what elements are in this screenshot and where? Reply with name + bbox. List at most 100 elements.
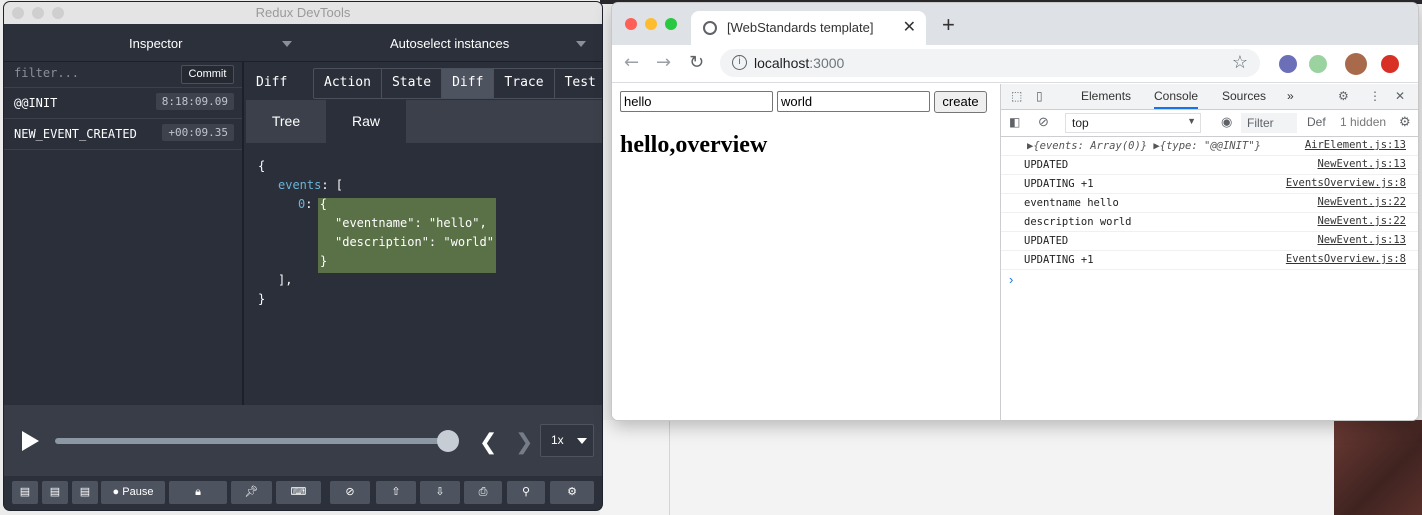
export-button[interactable]: ⇧: [376, 481, 416, 504]
star-icon[interactable]: ☆: [1232, 52, 1248, 73]
log-entry[interactable]: UPDATED NewEvent.js:13: [1001, 156, 1418, 175]
print-button[interactable]: ⎙: [464, 481, 502, 504]
gear-icon[interactable]: ⚙: [1399, 114, 1411, 130]
close-dot[interactable]: [625, 18, 637, 30]
browser-window: [WebStandards template] ✕ + ← → ↻ i loca…: [612, 3, 1418, 420]
log-source-link[interactable]: NewEvent.js:13: [1317, 234, 1406, 246]
log-entry[interactable]: description world NewEvent.js:22: [1001, 213, 1418, 232]
keyboard-button[interactable]: ⌨: [276, 481, 321, 504]
action-item[interactable]: NEW_EVENT_CREATED +00:09.35: [4, 119, 242, 150]
extension-icon[interactable]: [1279, 55, 1297, 73]
next-icon[interactable]: ❯: [515, 430, 533, 455]
instance-select[interactable]: Autoselect instances: [390, 24, 509, 62]
avatar[interactable]: [1345, 53, 1367, 75]
info-icon[interactable]: i: [732, 55, 747, 70]
tab-elements[interactable]: Elements: [1081, 89, 1131, 103]
action-time: +00:09.35: [162, 124, 234, 141]
log-entry[interactable]: ▶{events: Array(0)} ▶{type: "@@INIT"} Air…: [1001, 137, 1418, 156]
tab-console[interactable]: Console: [1154, 89, 1199, 109]
description-input[interactable]: [777, 91, 930, 112]
previous-icon[interactable]: ❮: [479, 430, 497, 455]
browser-titlebar: [WebStandards template] ✕ +: [612, 3, 1418, 45]
log-entry[interactable]: UPDATING +1 EventsOverview.js:8: [1001, 251, 1418, 270]
tab-state[interactable]: State: [382, 69, 443, 98]
tab-diff[interactable]: Diff: [442, 69, 495, 98]
log-source-link[interactable]: AirElement.js:13: [1305, 139, 1406, 151]
close-icon[interactable]: ✕: [903, 17, 916, 37]
extension-icon[interactable]: [1309, 55, 1327, 73]
close-icon[interactable]: ✕: [1395, 89, 1405, 103]
log-source-link[interactable]: EventsOverview.js:8: [1286, 253, 1406, 265]
action-item[interactable]: @@INIT 8:18:09.09: [4, 88, 242, 119]
log-source-link[interactable]: EventsOverview.js:8: [1286, 177, 1406, 189]
levels-select[interactable]: Def: [1307, 115, 1326, 129]
log-entry[interactable]: eventname hello NewEvent.js:22: [1001, 194, 1418, 213]
device-icon[interactable]: ▯: [1036, 89, 1043, 103]
tab-tree[interactable]: Tree: [246, 100, 326, 143]
new-tab-button[interactable]: +: [942, 12, 955, 38]
filter-input[interactable]: filter...: [14, 66, 79, 80]
minimize-dot[interactable]: [32, 7, 44, 19]
log-message: UPDATING +1: [1024, 254, 1094, 266]
tab-raw[interactable]: Raw: [326, 100, 406, 143]
dock-left-icon: ▤: [19, 486, 31, 498]
commit-button[interactable]: Commit: [181, 65, 234, 84]
more-tabs-button[interactable]: »: [1287, 89, 1294, 103]
remote-button[interactable]: ⚲: [507, 481, 545, 504]
zoom-dot[interactable]: [52, 7, 64, 19]
log-source-link[interactable]: NewEvent.js:22: [1317, 196, 1406, 208]
browser-tab[interactable]: [WebStandards template] ✕: [691, 11, 926, 45]
dock-left-button[interactable]: ▤: [12, 481, 38, 504]
eventname-input[interactable]: [620, 91, 773, 112]
window-controls[interactable]: [625, 18, 677, 30]
dock-right-button[interactable]: ▤: [42, 481, 68, 504]
slider-handle[interactable]: [437, 430, 459, 452]
reload-icon[interactable]: ↻: [689, 52, 704, 73]
url-port: :3000: [809, 55, 845, 71]
log-entry[interactable]: UPDATING +1 EventsOverview.js:8: [1001, 175, 1418, 194]
url-host: localhost: [754, 55, 810, 71]
kebab-menu-icon[interactable]: ⋮: [1369, 89, 1381, 103]
speed-select[interactable]: 1x: [540, 424, 594, 457]
persist-icon: ⊘: [345, 486, 355, 498]
console-filter-input[interactable]: Filter: [1241, 113, 1297, 133]
address-bar[interactable]: i localhost:3000 ☆: [720, 49, 1260, 77]
context-select[interactable]: top ▼: [1065, 113, 1201, 133]
window-controls[interactable]: [12, 7, 64, 19]
back-icon[interactable]: ←: [624, 52, 639, 73]
log-source-link[interactable]: NewEvent.js:13: [1317, 158, 1406, 170]
dock-bottom-button[interactable]: ▤: [72, 481, 98, 504]
tab-sources[interactable]: Sources: [1222, 89, 1266, 103]
log-source-link[interactable]: NewEvent.js:22: [1317, 215, 1406, 227]
clear-console-icon[interactable]: ⊘: [1038, 114, 1049, 130]
persist-button[interactable]: ⊘: [330, 481, 370, 504]
timeline-slider[interactable]: [55, 438, 447, 444]
tab-test[interactable]: Test: [555, 69, 602, 98]
close-dot[interactable]: [12, 7, 24, 19]
zoom-dot[interactable]: [665, 18, 677, 30]
prompt-icon: ›: [1009, 272, 1014, 287]
pause-button[interactable]: ● Pause: [101, 481, 165, 504]
minimize-dot[interactable]: [645, 18, 657, 30]
chevron-down-icon[interactable]: [282, 41, 292, 47]
play-icon[interactable]: [22, 431, 39, 451]
log-entry[interactable]: UPDATED NewEvent.js:13: [1001, 232, 1418, 251]
slider-area: ❮ ❯ 1x: [4, 405, 602, 476]
eye-icon[interactable]: ◉: [1221, 114, 1232, 130]
forward-icon[interactable]: →: [656, 52, 671, 73]
import-button[interactable]: ⇩: [420, 481, 460, 504]
pin-button[interactable]: 📌︎: [231, 481, 272, 504]
code-line: {: [258, 157, 494, 176]
gear-icon[interactable]: ⚙: [1338, 89, 1349, 103]
tab-trace[interactable]: Trace: [494, 69, 555, 98]
chevron-down-icon[interactable]: [576, 41, 586, 47]
lock-button[interactable]: 🔒︎: [169, 481, 227, 504]
create-button[interactable]: create: [934, 91, 987, 113]
tab-action[interactable]: Action: [314, 69, 382, 98]
settings-button[interactable]: ⚙: [550, 481, 594, 504]
inspect-icon[interactable]: ⬚: [1011, 89, 1022, 103]
console-prompt[interactable]: ›: [1001, 270, 1418, 290]
update-icon[interactable]: [1381, 55, 1399, 73]
sidebar-toggle-icon[interactable]: ◧: [1009, 115, 1020, 129]
monitor-select[interactable]: Inspector: [129, 24, 182, 62]
